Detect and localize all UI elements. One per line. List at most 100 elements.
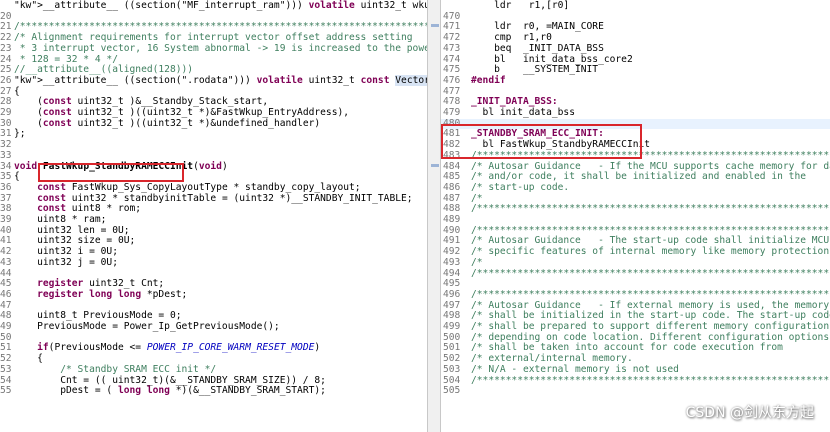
code-text: /* Autosar Guidance - If the MCU support… xyxy=(471,160,830,172)
line-number: 503 xyxy=(443,363,461,375)
code-text: "kw">__attribute__ ((section("MF_interru… xyxy=(14,0,427,11)
code-text: /* Autosar Guidance - The start-up code … xyxy=(471,235,830,247)
overview-marker xyxy=(431,24,439,27)
overview-marker xyxy=(431,164,439,167)
code-text: /***************************************… xyxy=(471,203,830,215)
code-line[interactable]: 46 register long long *pDest; xyxy=(0,288,427,301)
code-text: }; xyxy=(14,128,26,140)
code-line[interactable]: 30 (const uint32_t )((uint32_t *)&undefi… xyxy=(0,117,427,130)
code-line[interactable]: 505 xyxy=(441,385,830,397)
code-line[interactable]: ldr r1,[r0] xyxy=(441,0,830,12)
line-number: 33 xyxy=(0,149,12,161)
code-text: PreviousMode = Power_Ip_GetPreviousMode(… xyxy=(14,321,280,332)
code-line[interactable]: 504/************************************… xyxy=(441,375,830,387)
code-text: /***************************************… xyxy=(471,224,830,236)
code-text: /* N/A - external memory is not used * xyxy=(471,363,830,375)
code-text: uint8_t PreviousMode = 0; xyxy=(14,310,182,322)
code-text: cmp r1,r0 xyxy=(471,32,552,44)
code-text: (const uint32_t )((uint32_t *)&undefined… xyxy=(14,117,321,129)
code-line[interactable]: 55 pDest = ( long long *)(&__STANDBY_SRA… xyxy=(0,385,427,397)
code-line[interactable]: 479 bl init_data_bss xyxy=(441,107,830,119)
code-text: /* Standby SRAM ECC init */ xyxy=(14,363,217,375)
code-text: //__attribute__((aligned(128))) xyxy=(14,64,194,76)
code-text: ldr r1,[r0] xyxy=(471,0,570,11)
code-text: if(PreviousMode <= POWER_IP_CORE_WARM_RE… xyxy=(37,342,321,354)
code-text: const FastWkup_Sys_CopyLayoutType * stan… xyxy=(37,181,361,193)
code-text: beq _INIT_DATA_BSS xyxy=(471,42,604,54)
code-text: register uint32_t Cnt; xyxy=(37,278,165,290)
code-text: Cnt = (( uint32_t)(&__STANDBY_SRAM_SIZE)… xyxy=(14,374,326,386)
line-number: 43 xyxy=(0,256,12,268)
code-text: uint32 len = 0U; xyxy=(14,224,130,236)
code-text: /* Autosar Guidance - If external memory… xyxy=(471,299,830,311)
right-code-editor[interactable]: ldr r1,[r0] 470 471 ldr r0, =MAIN_CORE 472 … xyxy=(441,0,830,432)
code-text: register long long *pDest; xyxy=(37,288,188,300)
code-text: { xyxy=(14,353,43,365)
code-text: (const uint32_t )&__Standby_Stack_start, xyxy=(14,96,269,108)
code-text: uint32 j = 0U; xyxy=(14,256,118,268)
line-number: 483 xyxy=(443,149,461,161)
line-number: 46 xyxy=(0,288,12,300)
code-text: /* shall be taken into account for code … xyxy=(471,342,830,354)
line-number: 486 xyxy=(443,181,461,193)
code-line[interactable]: 494/************************************… xyxy=(441,267,830,280)
code-text: /* shall be prepared to support differen… xyxy=(471,321,830,332)
code-text: uint8 * ram; xyxy=(14,214,107,225)
code-text: /* specific features of internal memory … xyxy=(471,246,830,258)
code-text: bl init_data_bss xyxy=(471,107,575,118)
code-text: /* * xyxy=(471,192,830,204)
code-text: _STANDBY_SRAM_ECC_INIT: xyxy=(471,128,604,140)
code-text: /* external/internal memory. * xyxy=(471,353,830,365)
code-line[interactable]: 49 PreviousMode = Power_Ip_GetPreviousMo… xyxy=(0,321,427,333)
code-text: /***************************************… xyxy=(471,149,830,161)
code-text: /* and/or code, it shall be initialized … xyxy=(471,171,830,183)
code-text: /* shall be initialized in the start-up … xyxy=(471,310,830,322)
code-text: /***************************************… xyxy=(471,267,830,279)
code-text: const uint8 * rom; xyxy=(37,203,142,215)
line-number: 53 xyxy=(0,363,12,375)
code-text: "kw">__attribute__ ((section(".rodata"))… xyxy=(14,74,427,86)
watermark: CSDN @剑从东方起 xyxy=(685,405,814,421)
code-text: /***************************************… xyxy=(14,21,427,33)
code-text: (const uint32_t )((uint32_t *)&FastWkup_… xyxy=(14,107,350,118)
code-text: uint32 i = 0U; xyxy=(14,246,118,258)
code-text: /* * xyxy=(471,256,830,268)
line-number: 493 xyxy=(443,256,461,268)
code-line[interactable]: 43 uint32 j = 0U; xyxy=(0,256,427,269)
code-text: * 128 = 32 * 4 */ xyxy=(14,53,118,65)
code-text: #endif xyxy=(471,74,506,86)
code-text: void FastWkup_StandbyRAMECCInit(void) xyxy=(14,160,228,172)
line-number: 55 xyxy=(0,385,12,397)
line-number: 26 xyxy=(0,74,12,86)
line-number: 36 xyxy=(0,181,12,193)
code-text: /* start-up code. * xyxy=(471,181,830,193)
code-text: /* depending on code location. Different… xyxy=(471,331,830,343)
line-number: 473 xyxy=(443,42,461,54)
code-text: bl FastWkup_StandbyRAMECCInit xyxy=(471,139,651,151)
code-line[interactable]: 34 void FastWkup_StandbyRAMECCInit(void) xyxy=(0,160,427,173)
code-line[interactable]: 476 #endif xyxy=(441,74,830,87)
code-text: { xyxy=(14,85,20,97)
code-text: { xyxy=(14,171,20,183)
pane-divider[interactable] xyxy=(427,0,441,432)
code-line[interactable]: 488/************************************… xyxy=(441,203,830,215)
code-line[interactable]: 31}; xyxy=(0,129,427,140)
left-code-editor[interactable]: "kw">__attribute__ ((section("MF_interru… xyxy=(0,0,427,432)
code-line[interactable]: "kw">__attribute__ ((section("MF_interru… xyxy=(0,0,427,12)
code-text: /* Alignment requirements for interrupt … xyxy=(14,32,413,44)
code-text: bl init_data_bss_core2 xyxy=(471,53,633,65)
code-text: pDest = ( long long *)(&__STANDBY_SRAM_S… xyxy=(14,385,326,397)
code-line[interactable]: 26 "kw">__attribute__ ((section(".rodata"… xyxy=(0,74,427,87)
code-line[interactable]: 51 if(PreviousMode <= POWER_IP_CORE_WARM… xyxy=(0,343,427,354)
code-line[interactable]: 32 xyxy=(0,139,427,151)
code-text: * 3 interrupt vector, 16 System abnormal… xyxy=(14,42,427,54)
line-number: 476 xyxy=(443,74,461,86)
code-text: /***************************************… xyxy=(471,288,830,300)
line-number: 505 xyxy=(443,385,461,397)
code-text: uint32 size = 0U; xyxy=(14,235,136,247)
code-text: ldr r0, =MAIN_CORE xyxy=(471,21,604,33)
line-number: 23 xyxy=(0,42,12,54)
code-text: b __SYSTEM_INIT xyxy=(471,64,599,76)
code-text: const uint32 * standbyinitTable = (uint3… xyxy=(37,192,413,204)
code-text: _INIT_DATA_BSS: xyxy=(471,96,558,108)
